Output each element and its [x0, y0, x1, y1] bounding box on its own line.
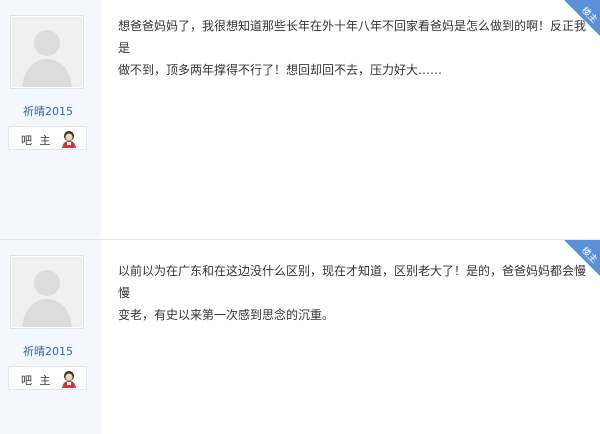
post-content-line: 变老，有史以来第一次感到思念的沉重。 — [118, 308, 335, 322]
post-content-line: 做不到，顶多两年撑得不行了！想回却回不去，压力好大…… — [118, 63, 443, 77]
username-link[interactable]: 祈晴2015 — [0, 343, 96, 359]
role-badge: 吧 主 — [8, 126, 87, 150]
post-1: 祈晴2015 吧 主 想爸爸妈妈了，我很想知道那些长年在外十年八年不回家看爸妈是… — [0, 0, 600, 240]
avatar[interactable] — [10, 15, 84, 89]
post-content-line: 以前以为在广东和在这边没什么区别，现在才知道，区别老大了！是的，爸爸妈妈都会慢慢 — [118, 264, 587, 300]
avatar[interactable] — [10, 255, 84, 329]
role-label: 吧 主 — [21, 374, 53, 387]
post-content: 以前以为在广东和在这边没什么区别，现在才知道，区别老大了！是的，爸爸妈妈都会慢慢… — [118, 260, 586, 326]
op-corner-badge: 楼主 — [564, 0, 600, 36]
op-corner-badge: 楼主 — [564, 240, 600, 276]
default-avatar-icon — [12, 257, 82, 327]
post-author-sidebar: 祈晴2015 吧 主 — [0, 0, 101, 239]
post-content: 想爸爸妈妈了，我很想知道那些长年在外十年八年不回家看爸妈是怎么做到的啊！反正我是… — [118, 15, 586, 81]
post-2: 祈晴2015 吧 主 以前以为在广东和在这边没什么区别，现在才知道，区别老大了！… — [0, 240, 600, 434]
role-badge: 吧 主 — [8, 366, 87, 390]
username-link[interactable]: 祈晴2015 — [0, 103, 96, 119]
default-avatar-icon — [12, 17, 82, 87]
moderator-avatar-icon — [61, 370, 77, 392]
post-author-sidebar: 祈晴2015 吧 主 — [0, 240, 101, 434]
post-content-line: 想爸爸妈妈了，我很想知道那些长年在外十年八年不回家看爸妈是怎么做到的啊！反正我是 — [118, 19, 587, 55]
role-label: 吧 主 — [21, 134, 53, 147]
moderator-avatar-icon — [61, 130, 77, 152]
